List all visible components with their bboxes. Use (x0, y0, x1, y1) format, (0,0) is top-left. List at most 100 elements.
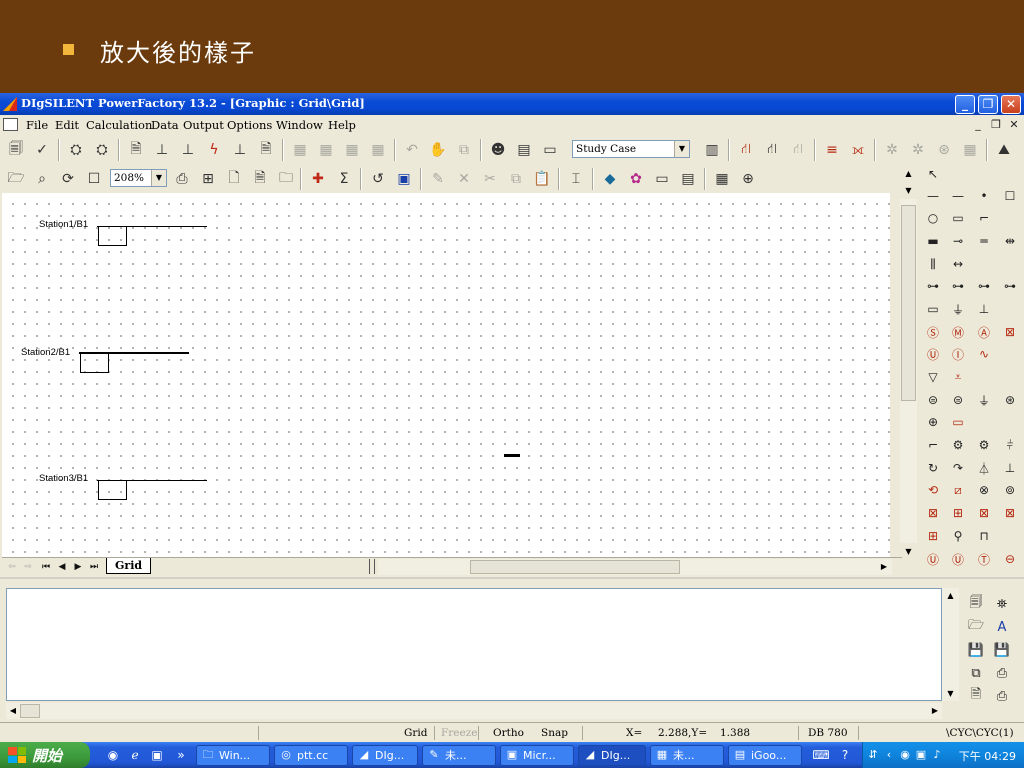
taskbar-item-igoogle[interactable]: ▤ iGoo... (728, 745, 802, 766)
station-label-3[interactable]: Station3/B1 (39, 473, 88, 484)
harmonics-icon[interactable]: ⊥ (230, 140, 250, 160)
scroll-thumb[interactable] (470, 560, 680, 574)
window-titlebar[interactable]: DIgSILENT PowerFactory 13.2 - [Graphic :… (0, 93, 1024, 115)
taskbar-item-windows[interactable]: 🗀 Win... (196, 745, 270, 766)
inverter-tool-icon[interactable]: ⊠ (923, 503, 943, 523)
pv-tool-icon[interactable]: ⊠ (1000, 322, 1020, 342)
next-page-icon[interactable]: ▶ (70, 560, 86, 574)
ext-grid-tool-icon[interactable]: Ⓤ (923, 549, 943, 569)
frame-icon[interactable]: ▭ (652, 169, 672, 189)
zoom-icon[interactable]: ⌕ (32, 169, 52, 189)
arrow-load-tool-icon[interactable]: ▽ (923, 367, 943, 387)
busbar-box-3[interactable] (98, 480, 127, 500)
back-arrow-icon[interactable]: ⇦ (4, 560, 20, 574)
scroll-thumb[interactable] (20, 704, 40, 718)
form-icon[interactable]: ▭ (540, 140, 560, 160)
statcom-tool-icon[interactable]: ⊠ (1000, 503, 1020, 523)
pwm-tool-icon[interactable]: ⊞ (948, 503, 968, 523)
status-freeze[interactable]: Freeze (441, 727, 477, 739)
shunt-tool-icon[interactable]: ↷ (948, 458, 968, 478)
last-page-icon[interactable]: ⏭ (86, 560, 102, 574)
scroll-right-icon[interactable]: ▶ (876, 559, 892, 575)
three-winding-tool-icon[interactable]: ⊗ (974, 480, 994, 500)
network-model-icon[interactable]: ⛭ (66, 140, 86, 160)
switch2-tool-icon[interactable]: ⊶ (948, 276, 968, 296)
prev-page-icon[interactable]: ◀ (54, 560, 70, 574)
sum-icon[interactable]: Σ (334, 169, 354, 189)
print-preview-icon[interactable]: ⎙ (992, 663, 1012, 683)
print-output-icon[interactable]: ⎙ (992, 686, 1012, 706)
verify-icon[interactable]: ▦ (316, 140, 336, 160)
transformer2-tool-icon[interactable]: ⊜ (948, 390, 968, 410)
capacitor2-tool-icon[interactable]: ⊥ (1000, 458, 1020, 478)
transformer3-tool-icon[interactable]: ⊛ (1000, 390, 1020, 410)
legend-icon[interactable]: ▤ (678, 169, 698, 189)
display-icon[interactable]: ▣ (913, 747, 929, 763)
ext-motor-tool-icon[interactable]: Ⓣ (974, 549, 994, 569)
switch3-tool-icon[interactable]: ⊶ (974, 276, 994, 296)
fault-icon[interactable]: ϟ (204, 140, 224, 160)
fuse-tool-icon[interactable]: ⚲ (948, 526, 968, 546)
rectifier-tool-icon[interactable]: ⟲ (923, 480, 943, 500)
output-text-area[interactable] (6, 588, 942, 701)
menu-window[interactable]: Window (276, 118, 323, 132)
transformer1-tool-icon[interactable]: ⊜ (923, 390, 943, 410)
forward-arrow-icon[interactable]: ⇨ (20, 560, 36, 574)
mdi-restore-icon[interactable]: ❐ (988, 117, 1004, 132)
calculate-icon[interactable]: 🗎 (126, 140, 146, 160)
crosshair-icon[interactable]: ✚ (308, 169, 328, 189)
relay-tool-icon[interactable]: ⊞ (923, 526, 943, 546)
binoculars-icon[interactable]: ⛯ (992, 594, 1012, 614)
paint-bucket-icon[interactable]: ◆ (600, 169, 620, 189)
minimize-button[interactable]: _ (955, 95, 975, 114)
double-bus-tool-icon[interactable]: ═ (974, 231, 994, 251)
font-icon[interactable]: A (992, 617, 1012, 637)
scroll-thumb[interactable] (901, 205, 916, 401)
keyboard-icon[interactable]: ⌨ (812, 746, 830, 764)
layout-icon[interactable]: ⊞ (198, 169, 218, 189)
pan-hand-icon[interactable]: ✋ (428, 140, 448, 160)
start-button[interactable]: 開始 (0, 742, 90, 768)
zoom-select[interactable]: 208% ▼ (110, 169, 167, 187)
bus-tool-icon[interactable]: ▬ (923, 231, 943, 251)
load-variant-tool-icon[interactable]: ⩡ (948, 367, 968, 387)
breaker-tool-icon[interactable]: ⊸ (948, 231, 968, 251)
restore-button[interactable]: ❐ (978, 95, 998, 114)
switch4-tool-icon[interactable]: ⊶ (1000, 276, 1020, 296)
graphic-options-icon[interactable]: 🗎 (250, 169, 270, 189)
menu-data[interactable]: Data (151, 118, 179, 132)
rms-sim-icon[interactable]: ⛙ (736, 140, 756, 160)
output-vertical-scrollbar[interactable]: ▲ ▼ (942, 588, 959, 701)
ac-source-tool-icon[interactable]: ∿ (974, 344, 994, 364)
point-tool-icon[interactable]: • (974, 186, 994, 206)
filter-tool-icon[interactable]: ⏃ (974, 458, 994, 478)
add-event-icon[interactable]: ≡ (822, 140, 842, 160)
split-icon[interactable]: ⟗ (848, 140, 868, 160)
sim-stop-icon[interactable]: ⛙ (788, 140, 808, 160)
line-tool-icon[interactable]: — (948, 186, 968, 206)
zoom-all-icon[interactable]: ⟳ (58, 169, 78, 189)
menu-output[interactable]: Output (183, 118, 224, 132)
help-icon[interactable]: ? (836, 746, 854, 764)
capacitor-tool-icon[interactable]: ⊥ (974, 299, 994, 319)
taskbar-item-dig1[interactable]: ◢ DIg... (352, 745, 418, 766)
elbow-tool-icon[interactable]: ⌐ (923, 435, 943, 455)
scroll-down-icon[interactable]: ▼ (900, 543, 917, 560)
switch1-tool-icon[interactable]: ⊶ (923, 276, 943, 296)
redo-icon[interactable]: ⧉ (454, 140, 474, 160)
motor-tool-icon[interactable]: Ⓜ (948, 322, 968, 342)
svs-tool-icon[interactable]: ▭ (948, 412, 968, 432)
station-label-1[interactable]: Station1/B1 (39, 219, 88, 230)
short-circuit-icon[interactable]: ⊥ (178, 140, 198, 160)
series-cap-tool-icon[interactable]: ⫩ (1000, 435, 1020, 455)
desktop-icon[interactable]: ▣ (148, 746, 166, 764)
load-tool-icon[interactable]: ▭ (923, 299, 943, 319)
taskbar-item-microsoft[interactable]: ▣ Micr... (500, 745, 574, 766)
chevron-down-icon[interactable]: ▼ (151, 170, 166, 186)
study-case-select[interactable]: Study Case ▼ (572, 140, 690, 158)
tab-splitter[interactable] (369, 559, 375, 574)
substation-tool-icon[interactable]: ⫼ (923, 254, 943, 274)
status-ortho[interactable]: Ortho (493, 727, 524, 739)
ie-icon[interactable]: ℯ (126, 746, 144, 764)
table-icon[interactable]: ▤ (514, 140, 534, 160)
